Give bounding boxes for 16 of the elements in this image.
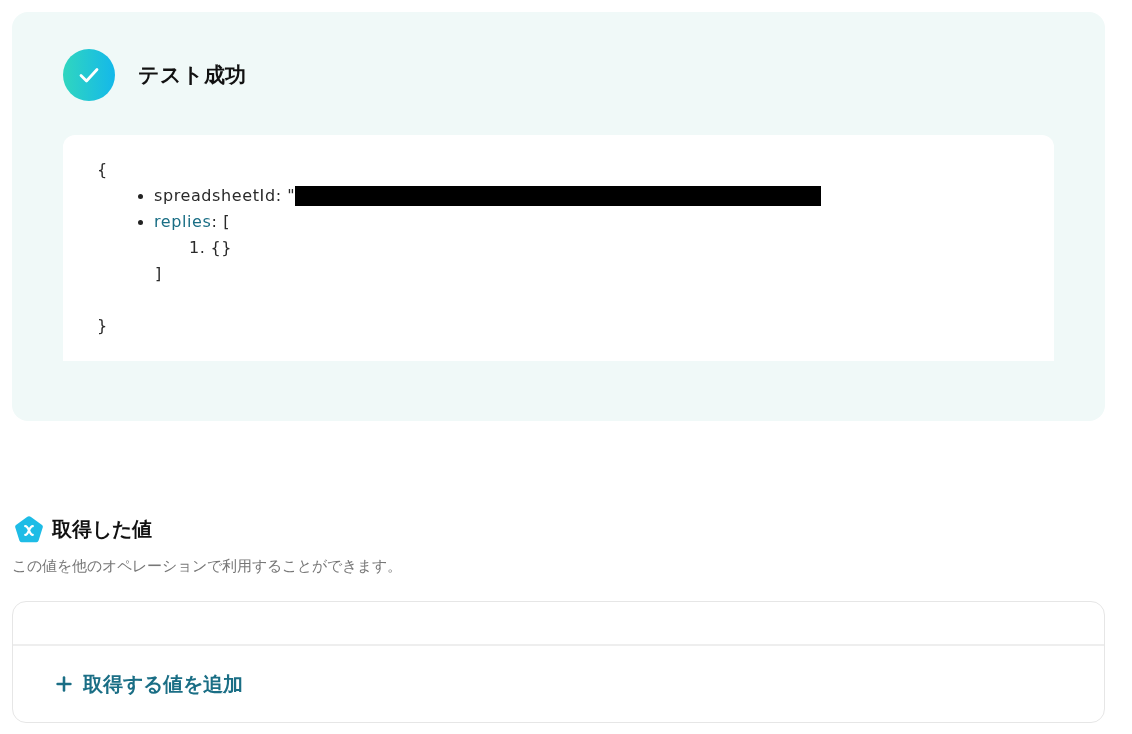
json-brace: { (97, 159, 108, 181)
result-title: テスト成功 (138, 62, 246, 88)
add-value-button[interactable]: 取得する値を追加 (51, 668, 245, 700)
json-value: {} (210, 237, 233, 259)
plus-icon (53, 673, 75, 695)
pentagon-x-icon (14, 515, 44, 544)
section-description: この値を他のオペレーションで利用することができます。 (12, 557, 403, 576)
list-number: 1. (189, 237, 206, 259)
section-title: 取得した値 (52, 517, 152, 542)
json-brace: } (97, 315, 108, 337)
json-line: replies: [ (154, 211, 231, 233)
json-bracket: ] (155, 263, 162, 285)
json-key-link[interactable]: replies (154, 212, 212, 231)
json-line: spreadsheetId: " (154, 185, 296, 207)
bullet-icon (138, 219, 143, 225)
bullet-icon (138, 193, 143, 199)
